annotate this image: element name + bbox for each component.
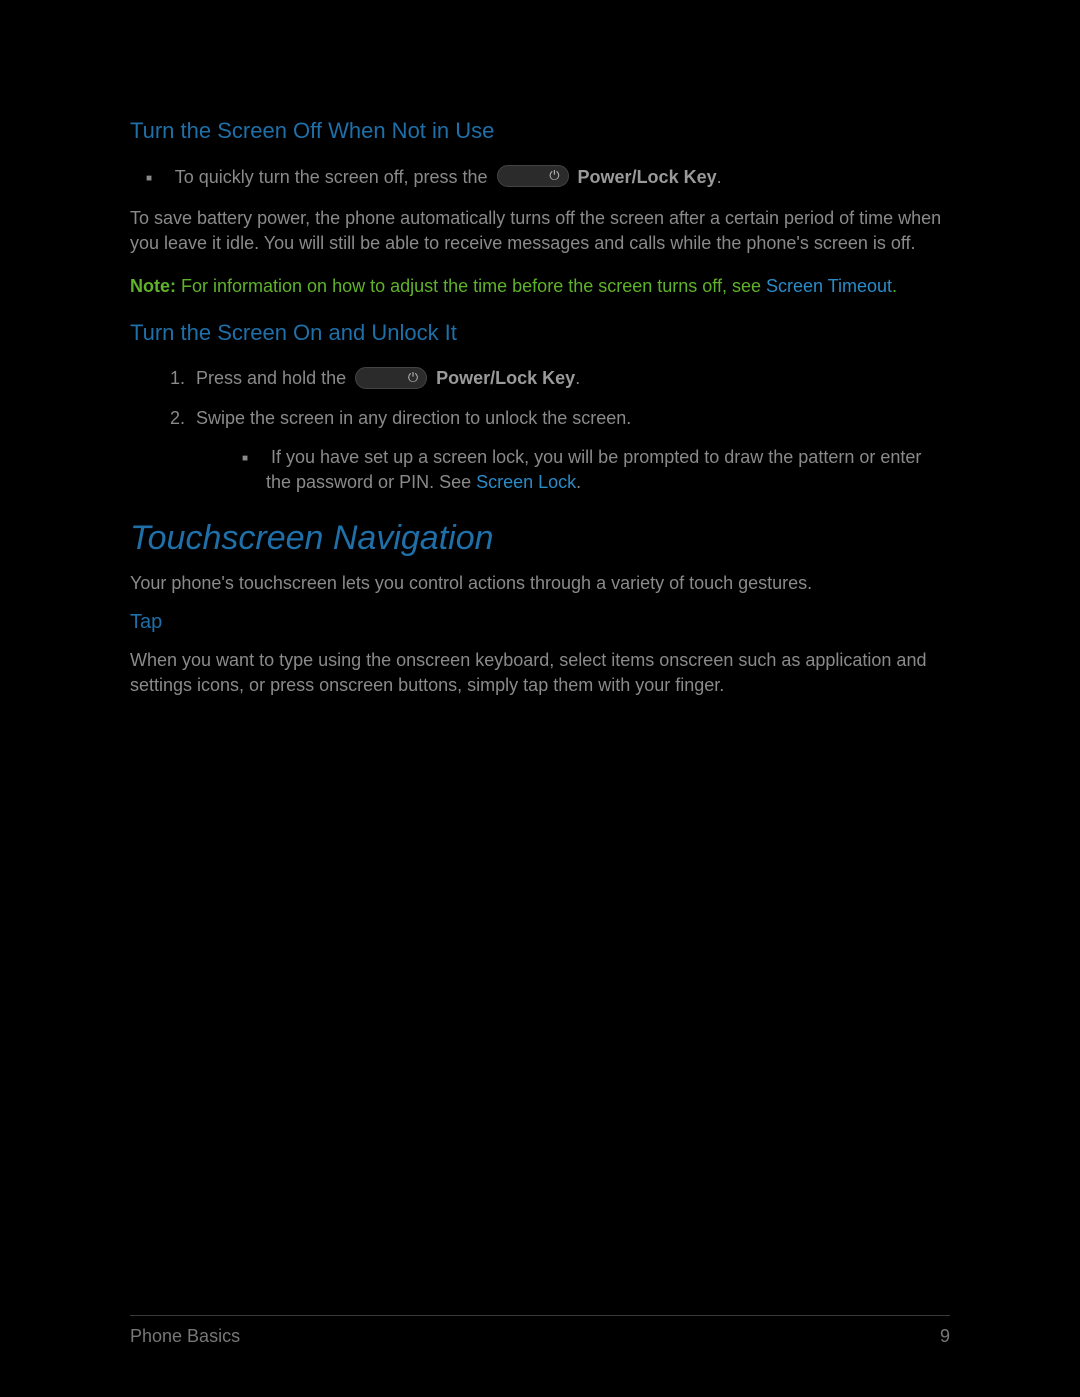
step1-prefix: Press and hold the: [196, 368, 351, 388]
step1-suffix: .: [575, 368, 580, 388]
footer-section-title: Phone Basics: [130, 1324, 240, 1349]
document-page: Turn the Screen Off When Not in Use To q…: [0, 0, 1080, 1397]
ordered-steps: Press and hold the Power/Lock Key. Swipe…: [130, 366, 950, 495]
power-lock-key-label: Power/Lock Key: [578, 167, 717, 187]
tap-paragraph: When you want to type using the onscreen…: [130, 648, 950, 698]
step2-text: Swipe the screen in any direction to unl…: [196, 408, 631, 428]
heading-tap: Tap: [130, 608, 950, 636]
bullet-text-suffix: .: [717, 167, 722, 187]
screen-lock-link[interactable]: Screen Lock: [476, 472, 576, 492]
note-after: .: [892, 276, 897, 296]
list-item: If you have set up a screen lock, you wi…: [266, 445, 950, 495]
footer-page-number: 9: [940, 1324, 950, 1349]
step-item: Swipe the screen in any direction to unl…: [190, 406, 950, 496]
power-lock-key-icon: [497, 165, 569, 187]
heading-turn-screen-off: Turn the Screen Off When Not in Use: [130, 116, 950, 147]
heading-touchscreen-navigation: Touchscreen Navigation: [130, 515, 950, 563]
note-label: Note:: [130, 276, 176, 296]
list-item: To quickly turn the screen off, press th…: [170, 165, 950, 190]
step-item: Press and hold the Power/Lock Key.: [190, 366, 950, 391]
sub-bullet-list: If you have set up a screen lock, you wi…: [196, 445, 950, 495]
sub-suffix: .: [576, 472, 581, 492]
power-lock-key-label: Power/Lock Key: [436, 368, 575, 388]
note-paragraph: Note: For information on how to adjust t…: [130, 274, 950, 299]
battery-save-paragraph: To save battery power, the phone automat…: [130, 206, 950, 256]
screen-timeout-link[interactable]: Screen Timeout: [766, 276, 892, 296]
note-text: For information on how to adjust the tim…: [176, 276, 766, 296]
touchscreen-intro: Your phone's touchscreen lets you contro…: [130, 571, 950, 596]
bullet-list: To quickly turn the screen off, press th…: [130, 165, 950, 190]
sub-prefix: If you have set up a screen lock, you wi…: [266, 447, 921, 492]
power-lock-key-icon: [355, 367, 427, 389]
bullet-text-prefix: To quickly turn the screen off, press th…: [175, 167, 493, 187]
heading-turn-screen-on: Turn the Screen On and Unlock It: [130, 318, 950, 349]
page-footer: Phone Basics 9: [130, 1315, 950, 1349]
